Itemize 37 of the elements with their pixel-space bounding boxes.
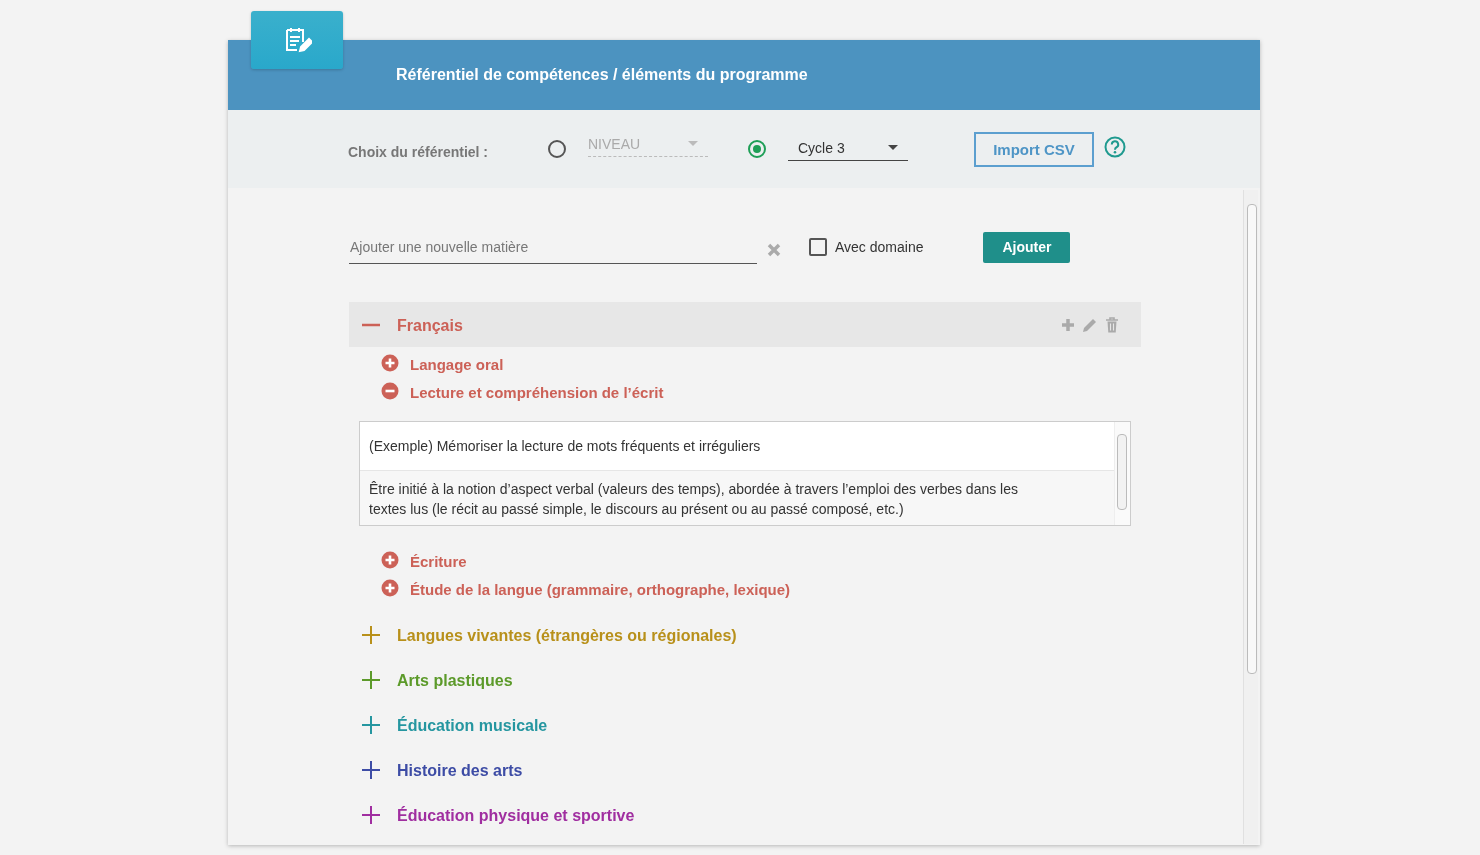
subject-name[interactable]: Éducation musicale — [397, 716, 548, 735]
subject-row[interactable]: Français — [349, 302, 1141, 347]
page-title: Référentiel de compétences / éléments du programme — [396, 66, 808, 84]
subject-name[interactable]: Arts plastiques — [397, 671, 513, 690]
plus-icon[interactable] — [361, 804, 381, 825]
expand-icon[interactable] — [381, 579, 399, 597]
checkbox-label: Avec domaine — [835, 239, 924, 255]
scrollbar[interactable] — [1243, 190, 1258, 844]
subject-name[interactable]: Éducation physique et sportive — [397, 806, 635, 825]
scrollbar[interactable] — [1114, 422, 1130, 525]
plus-icon[interactable] — [361, 759, 381, 780]
expand-icon[interactable] — [381, 551, 399, 569]
subject-input[interactable]: Ajouter une nouvelle matière — [349, 230, 757, 264]
trash-icon[interactable] — [1105, 316, 1119, 333]
list-item[interactable]: (Exemple) Mémoriser la lecture de mots fréquents et irréguliers — [369, 436, 1049, 456]
radio-button[interactable] — [748, 140, 766, 158]
subject-name[interactable]: Langues vivantes (étrangères ou régionales) — [397, 626, 737, 645]
selector-label: Choix du référentiel : — [348, 144, 490, 160]
domain-name[interactable]: Étude de la langue (grammaire, orthographe, lexique) — [410, 581, 791, 598]
checkbox[interactable] — [809, 238, 827, 256]
subject-name[interactable]: Histoire des arts — [397, 761, 523, 780]
domain-name[interactable]: Langage oral — [410, 356, 504, 373]
expand-icon[interactable] — [381, 354, 399, 372]
add-button[interactable]: Ajouter — [983, 231, 1071, 263]
help-icon[interactable] — [1104, 136, 1126, 158]
minus-icon[interactable] — [361, 322, 381, 327]
import-button[interactable]: Import CSV — [974, 131, 1094, 167]
subject-name[interactable]: Français — [397, 316, 463, 335]
domain-name[interactable]: Lecture et compréhension de l’écrit — [410, 384, 664, 401]
plus-icon[interactable] — [361, 714, 381, 735]
dropdown[interactable]: Cycle 3 — [788, 135, 908, 161]
collapse-icon[interactable] — [381, 382, 399, 400]
add-icon[interactable] — [1061, 317, 1075, 332]
plus-icon[interactable] — [361, 669, 381, 690]
clear-icon[interactable] — [767, 243, 781, 257]
pencil-icon[interactable] — [1082, 316, 1098, 333]
domain-name[interactable]: Écriture — [410, 553, 467, 570]
